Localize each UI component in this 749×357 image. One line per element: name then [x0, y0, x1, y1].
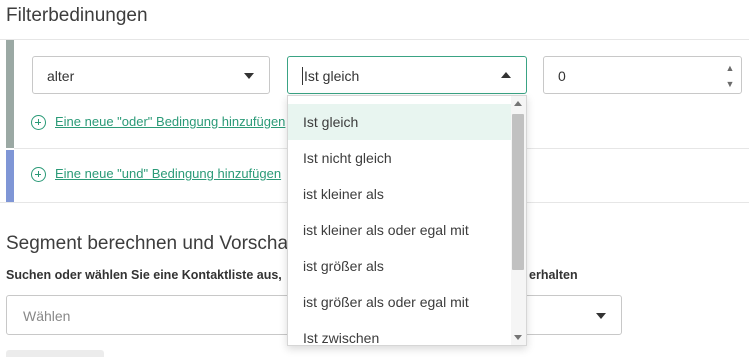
segment-section-title: Segment berechnen und Vorschau: [6, 233, 299, 254]
operator-option[interactable]: ist größer als: [288, 248, 513, 284]
operator-option[interactable]: Ist nicht gleich: [288, 140, 513, 176]
filter-conditions-title: Filterbedinungen: [6, 5, 148, 26]
plus-circle-icon[interactable]: [31, 115, 46, 130]
scroll-down-icon[interactable]: [514, 335, 522, 340]
contact-list-placeholder: Wählen: [23, 308, 71, 324]
scroll-up-icon[interactable]: [514, 101, 522, 106]
chevron-down-icon: [244, 73, 254, 79]
spinner-up-icon[interactable]: ▲: [725, 63, 735, 73]
add-and-condition-link[interactable]: Eine neue "und" Bedingung hinzufügen: [55, 166, 281, 181]
operator-option[interactable]: ist größer als oder egal mit: [288, 284, 513, 320]
add-or-condition-link[interactable]: Eine neue "oder" Bedingung hinzufügen: [55, 114, 285, 129]
operator-option[interactable]: Ist gleich: [288, 104, 513, 140]
spinner-down-icon[interactable]: ▼: [725, 79, 735, 89]
contact-list-helper-text-end: erhalten: [529, 268, 578, 282]
chevron-up-icon: [501, 72, 511, 78]
value-number-text: 0: [558, 68, 566, 84]
plus-circle-icon[interactable]: [31, 167, 46, 182]
text-cursor: [302, 67, 303, 85]
field-select-value: alter: [47, 68, 75, 84]
value-number-input[interactable]: 0 ▲ ▼: [543, 56, 742, 94]
operator-select[interactable]: Ist gleich: [287, 56, 527, 94]
operator-select-value: Ist gleich: [304, 68, 360, 84]
chevron-down-icon: [596, 313, 606, 319]
contact-list-helper-text: Suchen oder wählen Sie eine Kontaktliste…: [6, 268, 282, 282]
operator-option[interactable]: ist kleiner als: [288, 176, 513, 212]
scrollbar-thumb[interactable]: [512, 114, 524, 270]
dropdown-scrollbar[interactable]: [511, 96, 526, 345]
operator-dropdown-list: Ist gleich Ist nicht gleich ist kleiner …: [287, 95, 527, 346]
operator-option[interactable]: Ist zwischen: [288, 320, 513, 345]
operator-option[interactable]: ist kleiner als oder egal mit: [288, 212, 513, 248]
number-spinner[interactable]: ▲ ▼: [719, 57, 741, 93]
field-select[interactable]: alter: [32, 56, 270, 94]
calculate-button[interactable]: [6, 350, 104, 357]
